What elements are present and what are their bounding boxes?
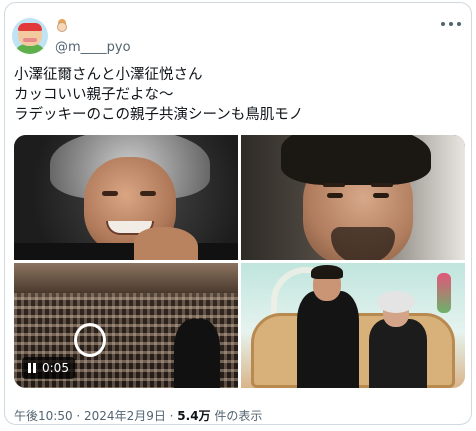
concert-video[interactable]: 0:05 (14, 263, 238, 388)
tweet-line: ラデッキーのこの親子共演シーンも鳥肌モノ (14, 107, 304, 123)
studio-photo[interactable] (241, 263, 465, 388)
avatar[interactable] (12, 18, 48, 54)
tweet-line: カッコいい親子だよな～ (14, 87, 174, 103)
tweet-line: 小澤征爾さんと小澤征悦さん (14, 67, 203, 83)
video-time: 0:05 (42, 361, 69, 375)
actor-photo[interactable] (241, 135, 465, 260)
media-grid: 0:05 (14, 135, 465, 388)
video-badge[interactable]: 0:05 (22, 357, 75, 379)
highlight-circle (74, 323, 106, 357)
tweet-card: @m____pyo 小澤征爾さんと小澤征悦さん カッコいい親子だよな～ ラデッキ… (4, 2, 472, 425)
tweet-meta: 午後10:50 · 2024年2月9日 · 5.4万 件の表示 (14, 407, 262, 424)
user-handle[interactable]: @m____pyo (55, 40, 131, 55)
conductor-photo[interactable] (14, 135, 238, 260)
tweet-text: 小澤征爾さんと小澤征悦さん カッコいい親子だよな～ ラデッキーのこの親子共演シー… (14, 65, 464, 125)
view-count: 5.4万 (177, 409, 211, 423)
pause-icon[interactable] (28, 363, 36, 373)
more-options-icon[interactable] (441, 19, 461, 29)
views-label: 件の表示 (210, 409, 263, 423)
emoji-icon[interactable] (55, 19, 69, 33)
timestamp[interactable]: 午後10:50 · 2024年2月9日 · (14, 409, 177, 423)
